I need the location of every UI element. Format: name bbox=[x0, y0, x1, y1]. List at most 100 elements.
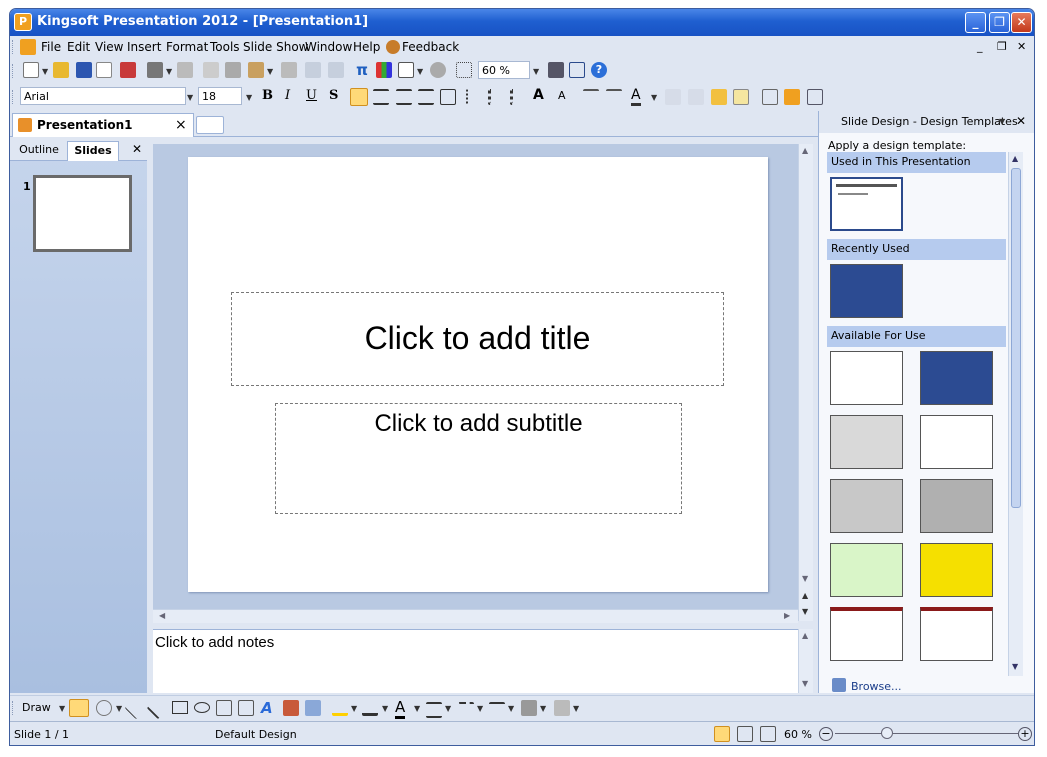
tp-scroll-thumb[interactable] bbox=[1011, 168, 1021, 508]
redo-icon[interactable] bbox=[328, 62, 344, 78]
app-menu-icon[interactable] bbox=[20, 39, 36, 55]
menu-help[interactable]: Help bbox=[353, 40, 380, 54]
shadow-style-dropdown-icon[interactable]: ▼ bbox=[540, 704, 546, 713]
line-icon[interactable] bbox=[124, 696, 148, 720]
3d-style-icon[interactable] bbox=[554, 700, 570, 716]
subtitle-placeholder[interactable]: Click to add subtitle bbox=[275, 403, 682, 514]
tp-scroll-down-icon[interactable]: ▼ bbox=[1012, 662, 1018, 671]
line-style-dropdown-icon[interactable]: ▼ bbox=[445, 704, 451, 713]
arrow-icon[interactable] bbox=[146, 696, 170, 720]
chart-icon[interactable] bbox=[376, 62, 392, 78]
editor-vscrollbar[interactable]: ▲ ▼ ▲ ▼ bbox=[798, 144, 813, 621]
shadow-style-icon[interactable] bbox=[521, 700, 537, 716]
template-2[interactable] bbox=[920, 351, 993, 405]
template-5[interactable] bbox=[830, 479, 903, 533]
maximize-button[interactable]: ❐ bbox=[989, 12, 1010, 33]
next-slide-icon[interactable]: ▼ bbox=[802, 607, 808, 616]
align-center-icon[interactable] bbox=[373, 89, 389, 105]
title-bar[interactable]: P Kingsoft Presentation 2012 - [Presenta… bbox=[10, 9, 1034, 36]
tp-scroll-up-icon[interactable]: ▲ bbox=[1012, 154, 1018, 163]
zoom-slider-track[interactable] bbox=[835, 733, 1018, 734]
picture-icon[interactable] bbox=[305, 700, 321, 716]
undo-icon[interactable] bbox=[305, 62, 321, 78]
tab-outline[interactable]: Outline bbox=[12, 141, 66, 161]
pane-close-icon[interactable]: ✕ bbox=[132, 142, 142, 156]
clipart-icon[interactable] bbox=[283, 700, 299, 716]
decrease-indent-icon[interactable] bbox=[583, 89, 599, 105]
table-dropdown-icon[interactable]: ▼ bbox=[417, 67, 423, 76]
autoshapes-dropdown-icon[interactable]: ▼ bbox=[116, 704, 122, 713]
find-icon[interactable] bbox=[548, 62, 564, 78]
section-recent[interactable]: Recently Used bbox=[827, 239, 1006, 260]
align-left-icon[interactable] bbox=[350, 88, 368, 106]
notes-scrollbar[interactable]: ▲ ▼ bbox=[798, 629, 813, 693]
slideshow-view-icon[interactable] bbox=[760, 726, 776, 742]
paste-icon[interactable] bbox=[248, 62, 264, 78]
autoshapes-icon[interactable] bbox=[96, 700, 112, 716]
font-dropdown-icon[interactable]: ▼ bbox=[187, 93, 193, 102]
arrow-style-dropdown-icon[interactable]: ▼ bbox=[508, 704, 514, 713]
paste-dropdown-icon[interactable]: ▼ bbox=[267, 67, 273, 76]
line-style-icon[interactable] bbox=[426, 702, 442, 718]
menu-file[interactable]: File bbox=[41, 40, 61, 54]
template-1[interactable] bbox=[830, 351, 903, 405]
table-icon[interactable] bbox=[398, 62, 414, 78]
font-select[interactable]: Arial bbox=[20, 87, 186, 105]
zoom-select[interactable]: 60 % bbox=[478, 61, 530, 79]
doc-minimize-button[interactable]: _ bbox=[977, 40, 983, 53]
align-right-icon[interactable] bbox=[396, 89, 412, 105]
template-7[interactable] bbox=[830, 543, 903, 597]
template-10[interactable] bbox=[920, 607, 993, 661]
table-style-icon[interactable] bbox=[784, 89, 800, 105]
app-icon[interactable]: P bbox=[14, 13, 32, 31]
slide-thumbnail[interactable] bbox=[33, 175, 132, 252]
menu-edit[interactable]: Edit bbox=[67, 40, 90, 54]
select-pointer-icon[interactable] bbox=[69, 699, 89, 717]
editor-hscrollbar[interactable]: ◀ ▶ bbox=[153, 609, 798, 623]
browse-link[interactable]: Browse... bbox=[851, 680, 902, 693]
format-toolbar-grip[interactable] bbox=[12, 90, 15, 104]
menu-slideshow[interactable]: Slide Show bbox=[243, 40, 308, 54]
template-6[interactable] bbox=[920, 479, 993, 533]
draw-menu[interactable]: Draw bbox=[22, 701, 51, 714]
numbering-icon[interactable] bbox=[488, 89, 504, 105]
draw-font-color-icon[interactable]: A bbox=[395, 698, 406, 719]
zoom-dropdown-icon[interactable]: ▼ bbox=[533, 67, 539, 76]
rectangle-icon[interactable] bbox=[172, 701, 188, 714]
menu-insert[interactable]: Insert bbox=[127, 40, 161, 54]
doc-restore-button[interactable]: ❐ bbox=[997, 40, 1007, 53]
task-pane-toggle-icon[interactable] bbox=[807, 89, 823, 105]
export-pdf-icon[interactable] bbox=[120, 62, 136, 78]
close-button[interactable]: ✕ bbox=[1011, 12, 1032, 33]
increase-indent-icon[interactable] bbox=[606, 89, 622, 105]
template-8[interactable] bbox=[920, 543, 993, 597]
format-painter-icon[interactable] bbox=[281, 62, 297, 78]
ellipse-icon[interactable] bbox=[194, 702, 210, 713]
toolbar-grip[interactable] bbox=[12, 64, 15, 78]
underline-button[interactable]: U bbox=[306, 88, 317, 103]
doc-close-button[interactable]: ✕ bbox=[1017, 40, 1026, 53]
title-placeholder[interactable]: Click to add title bbox=[231, 292, 724, 386]
tab-slides[interactable]: Slides bbox=[67, 141, 119, 161]
scroll-up-icon[interactable]: ▲ bbox=[802, 146, 808, 155]
shrink-font-icon[interactable]: A bbox=[558, 89, 566, 102]
justify-icon[interactable] bbox=[418, 89, 434, 105]
template-3[interactable] bbox=[830, 415, 903, 469]
print-preview-icon[interactable] bbox=[177, 62, 193, 78]
font-color-dropdown-icon[interactable]: ▼ bbox=[651, 93, 657, 102]
minimize-button[interactable]: _ bbox=[965, 12, 986, 33]
slide-canvas[interactable]: Click to add title Click to add subtitle bbox=[188, 157, 768, 592]
grow-font-icon[interactable]: A bbox=[533, 87, 544, 103]
copy-format-icon[interactable] bbox=[203, 62, 219, 78]
scroll-down-icon[interactable]: ▼ bbox=[802, 574, 808, 583]
home-icon[interactable] bbox=[569, 62, 585, 78]
font-size-dropdown-icon[interactable]: ▼ bbox=[246, 93, 252, 102]
new-icon[interactable] bbox=[23, 62, 39, 78]
font-size-select[interactable]: 18 bbox=[198, 87, 242, 105]
line-spacing-icon[interactable] bbox=[466, 89, 482, 105]
vertical-textbox-icon[interactable] bbox=[238, 700, 254, 716]
help-icon[interactable]: ? bbox=[591, 62, 607, 78]
wordart-icon[interactable]: A bbox=[261, 699, 273, 717]
print-icon[interactable] bbox=[147, 62, 163, 78]
distribute-icon[interactable] bbox=[440, 89, 456, 105]
